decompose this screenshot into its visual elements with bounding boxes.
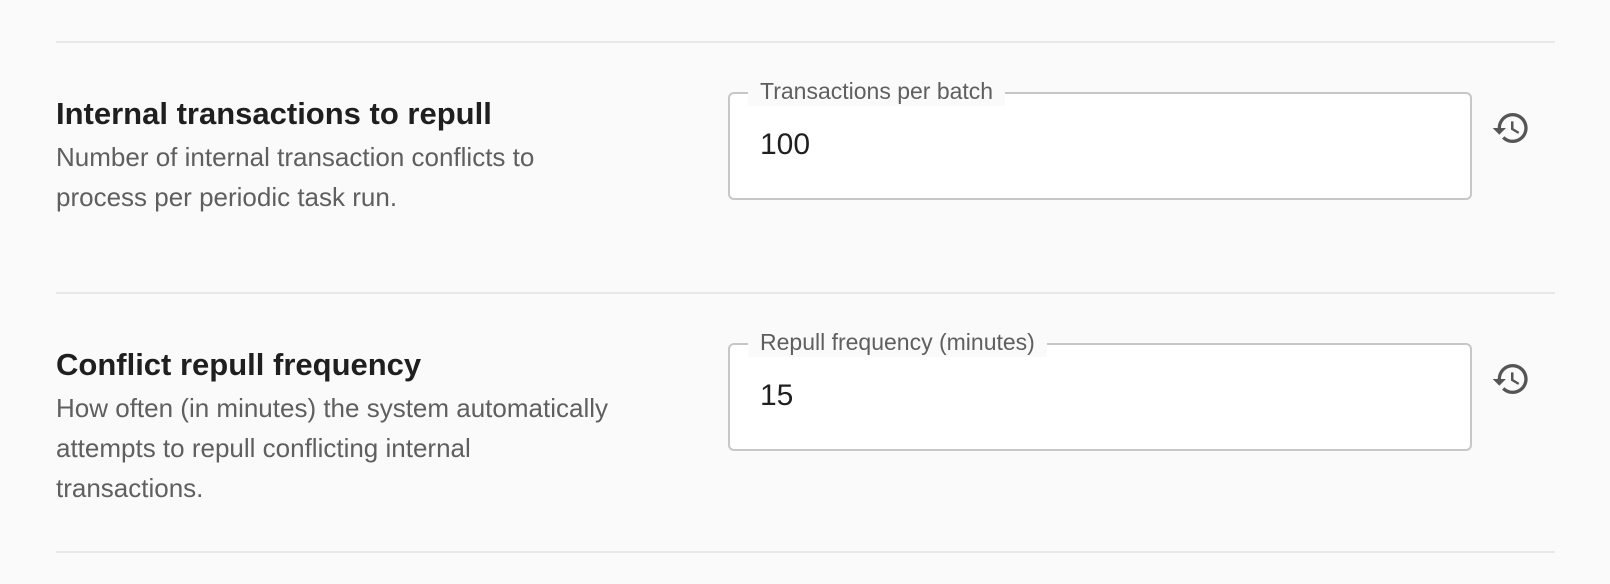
transactions-per-batch-field: Transactions per batch [728, 76, 1472, 200]
repull-frequency-input[interactable] [730, 345, 1466, 447]
history-icon [1491, 359, 1531, 404]
setting-text: Conflict repull frequency How often (in … [56, 347, 676, 508]
repull-frequency-field: Repull frequency (minutes) [728, 327, 1472, 451]
reset-to-default-button[interactable] [1486, 356, 1536, 406]
divider [56, 292, 1555, 294]
setting-description: Number of internal transaction conflicts… [56, 142, 535, 212]
setting-description: How often (in minutes) the system automa… [56, 393, 608, 503]
setting-internal-transactions-to-repull: Internal transactions to repull Number o… [56, 76, 1555, 252]
transactions-per-batch-input[interactable] [730, 94, 1466, 196]
setting-title: Conflict repull frequency [56, 347, 422, 382]
reset-to-default-button[interactable] [1486, 105, 1536, 155]
divider [56, 41, 1555, 43]
setting-conflict-repull-frequency: Conflict repull frequency How often (in … [56, 327, 1555, 513]
setting-title: Internal transactions to repull [56, 96, 492, 131]
settings-page: Internal transactions to repull Number o… [0, 0, 1610, 584]
history-icon [1491, 108, 1531, 153]
divider [56, 551, 1555, 553]
setting-text: Internal transactions to repull Number o… [56, 96, 676, 217]
